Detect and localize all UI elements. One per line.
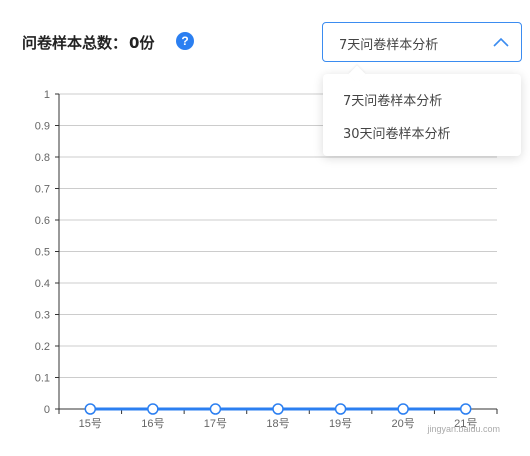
y-tick-label: 0.2	[35, 341, 50, 353]
watermark: jingyan.baidu.com	[427, 424, 500, 434]
y-tick-label: 0.5	[35, 247, 50, 259]
data-point	[397, 403, 409, 415]
period-select-value: 7天问卷样本分析	[339, 38, 439, 53]
y-tick-label: 1	[44, 89, 50, 101]
dropdown-option-7-days[interactable]: 7天问卷样本分析	[343, 90, 442, 109]
period-select[interactable]: 7天问卷样本分析	[322, 22, 522, 62]
dropdown-option-30-days[interactable]: 30天问卷样本分析	[343, 123, 451, 142]
y-tick-label: 0.4	[35, 278, 50, 290]
y-tick-label: 0.6	[35, 215, 50, 227]
x-tick-label: 16号	[141, 417, 164, 430]
data-point	[272, 403, 284, 415]
period-dropdown: 7天问卷样本分析 30天问卷样本分析	[323, 65, 521, 156]
x-tick-label: 15号	[79, 417, 102, 430]
x-tick-label: 19号	[329, 417, 352, 430]
x-tick-label: 17号	[204, 417, 227, 430]
data-point	[147, 403, 159, 415]
x-tick-label: 18号	[266, 417, 289, 430]
y-tick-label: 0.8	[35, 152, 50, 164]
chevron-up-icon	[493, 37, 509, 47]
data-point	[334, 403, 347, 415]
data-point	[84, 403, 97, 415]
y-tick-label: 0.7	[35, 184, 50, 196]
y-tick-label: 0.3	[35, 310, 50, 322]
y-tick-label: 0.9	[35, 121, 50, 133]
y-tick-label: 0	[44, 404, 50, 416]
data-point	[209, 403, 222, 415]
y-tick-label: 0.1	[35, 373, 50, 385]
data-point	[459, 403, 472, 415]
x-tick-label: 20号	[392, 417, 415, 430]
line-chart: 0 0.1 0.2 0.3 0.4 0.5 0.6 0.7 0.8 0.9 1 15号 16号 17号 18…	[35, 89, 498, 430]
